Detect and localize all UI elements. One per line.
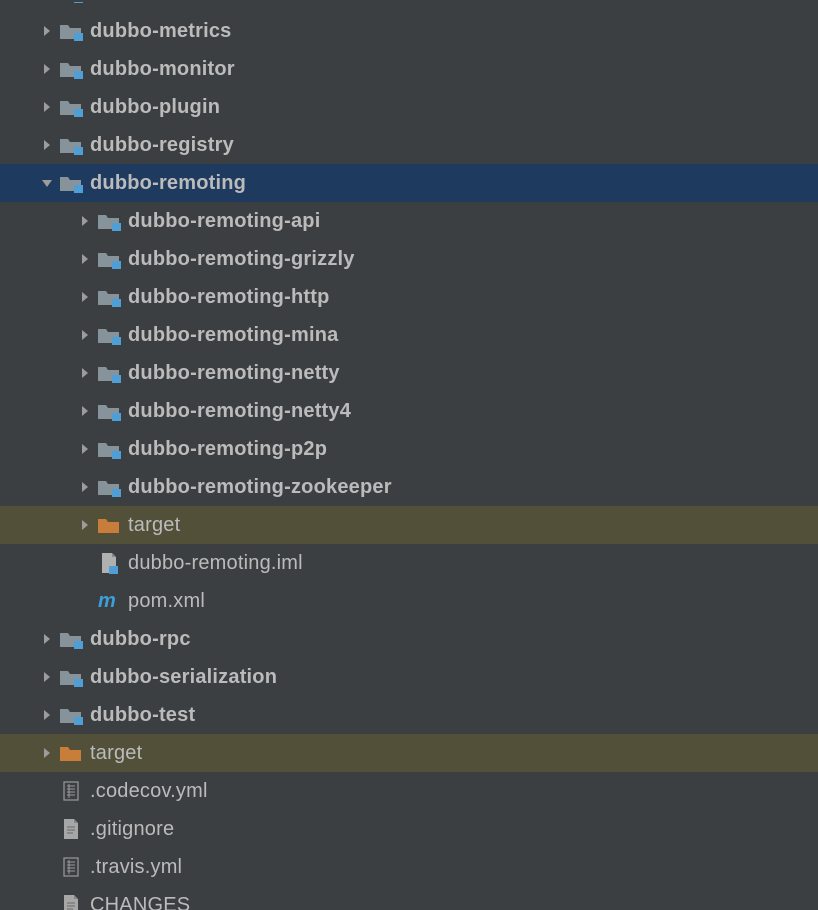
tree-item[interactable]: m pom.xml	[0, 582, 818, 620]
tree-item[interactable]: dubbo-remoting	[0, 164, 818, 202]
target-folder-icon	[96, 514, 122, 536]
chevron-right-icon[interactable]	[36, 672, 58, 682]
tree-item-label: .travis.yml	[90, 856, 182, 879]
chevron-right-icon[interactable]	[36, 748, 58, 758]
tree-item-label: dubbo-remoting-netty4	[128, 400, 351, 423]
module-folder-icon	[58, 172, 84, 194]
chevron-right-icon[interactable]	[74, 406, 96, 416]
tree-item[interactable]: dubbo-remoting-mina	[0, 316, 818, 354]
yml-file-icon	[58, 856, 84, 878]
chevron-right-icon[interactable]	[36, 710, 58, 720]
chevron-down-icon[interactable]	[36, 178, 58, 188]
tree-item[interactable]: dubbo-registry	[0, 126, 818, 164]
tree-item-label: dubbo-test	[90, 704, 195, 727]
module-folder-icon	[58, 704, 84, 726]
tree-item[interactable]: dubbo-remoting-netty4	[0, 392, 818, 430]
chevron-right-icon[interactable]	[36, 634, 58, 644]
chevron-right-icon[interactable]	[74, 482, 96, 492]
tree-item[interactable]: dubbo-remoting-api	[0, 202, 818, 240]
tree-item-label: pom.xml	[128, 590, 205, 613]
tree-item-label: dubbo-plugin	[90, 96, 220, 119]
tree-item-label: dubbo-remoting-zookeeper	[128, 476, 392, 499]
module-folder-icon	[96, 438, 122, 460]
module-folder-icon	[96, 248, 122, 270]
project-tree: dubbo-metrics dubbo-monitor dubbo-plugin du…	[0, 0, 818, 910]
module-folder-icon	[58, 134, 84, 156]
module-folder-icon	[96, 362, 122, 384]
tree-item-label: dubbo-remoting-grizzly	[128, 248, 355, 271]
tree-item[interactable]: .codecov.yml	[0, 772, 818, 810]
tree-item[interactable]: dubbo-remoting-http	[0, 278, 818, 316]
yml-file-icon	[58, 780, 84, 802]
tree-item-label: dubbo-registry	[90, 134, 234, 157]
tree-item[interactable]: dubbo-plugin	[0, 88, 818, 126]
module-folder-icon	[96, 476, 122, 498]
module-folder-icon	[58, 20, 84, 42]
tree-item[interactable]: dubbo-remoting.iml	[0, 544, 818, 582]
svg-text:m: m	[98, 590, 116, 612]
tree-item-label: dubbo-metrics	[90, 20, 232, 43]
tree-item-label: dubbo-rpc	[90, 628, 191, 651]
tree-item-label: dubbo-remoting-mina	[128, 324, 338, 347]
chevron-right-icon[interactable]	[36, 64, 58, 74]
module-folder-icon	[58, 58, 84, 80]
chevron-right-icon[interactable]	[74, 292, 96, 302]
tree-item-label: .codecov.yml	[90, 780, 208, 803]
chevron-right-icon[interactable]	[36, 102, 58, 112]
tree-item-label: dubbo-remoting-netty	[128, 362, 340, 385]
module-folder-icon	[96, 210, 122, 232]
tree-item-label: dubbo-remoting-http	[128, 286, 330, 309]
chevron-right-icon[interactable]	[74, 520, 96, 530]
chevron-right-icon[interactable]	[36, 140, 58, 150]
tree-item[interactable]: CHANGES	[0, 886, 818, 910]
module-folder-icon	[96, 324, 122, 346]
module-folder-icon	[58, 666, 84, 688]
chevron-right-icon[interactable]	[36, 26, 58, 36]
maven-file-icon: m	[96, 590, 122, 612]
tree-item-label: CHANGES	[90, 894, 190, 910]
tree-item-label: target	[128, 514, 180, 537]
chevron-right-icon[interactable]	[74, 216, 96, 226]
tree-item[interactable]: dubbo-remoting-zookeeper	[0, 468, 818, 506]
tree-item-label: dubbo-remoting	[90, 172, 246, 195]
tree-item[interactable]: dubbo-remoting-netty	[0, 354, 818, 392]
tree-item-label: dubbo-remoting.iml	[128, 552, 303, 575]
tree-item[interactable]: .gitignore	[0, 810, 818, 848]
tree-item[interactable]: dubbo-remoting-grizzly	[0, 240, 818, 278]
module-folder-icon	[58, 628, 84, 650]
tree-item-label: dubbo-serialization	[90, 666, 277, 689]
tree-item-label: .gitignore	[90, 818, 174, 841]
chevron-right-icon[interactable]	[74, 254, 96, 264]
module-folder-icon	[96, 286, 122, 308]
tree-item[interactable]: dubbo-test	[0, 696, 818, 734]
chevron-right-icon[interactable]	[74, 444, 96, 454]
target-folder-icon	[58, 742, 84, 764]
chevron-right-icon[interactable]	[74, 330, 96, 340]
tree-item-label: target	[90, 742, 142, 765]
module-folder-icon	[96, 400, 122, 422]
tree-item[interactable]: dubbo-monitor	[0, 50, 818, 88]
tree-item-label: dubbo-remoting-p2p	[128, 438, 327, 461]
tree-item[interactable]: .travis.yml	[0, 848, 818, 886]
tree-item-label: dubbo-monitor	[90, 58, 235, 81]
module-folder-icon	[58, 96, 84, 118]
tree-item[interactable]: dubbo-metrics	[0, 12, 818, 50]
tree-item[interactable]: dubbo-rpc	[0, 620, 818, 658]
tree-item[interactable]: target	[0, 506, 818, 544]
tree-item[interactable]: dubbo-remoting-p2p	[0, 430, 818, 468]
iml-file-icon	[96, 552, 122, 574]
chevron-right-icon[interactable]	[74, 368, 96, 378]
tree-item-label: dubbo-remoting-api	[128, 210, 320, 233]
tree-item[interactable]: dubbo-serialization	[0, 658, 818, 696]
text-file-icon	[58, 818, 84, 840]
tree-item[interactable]: target	[0, 734, 818, 772]
